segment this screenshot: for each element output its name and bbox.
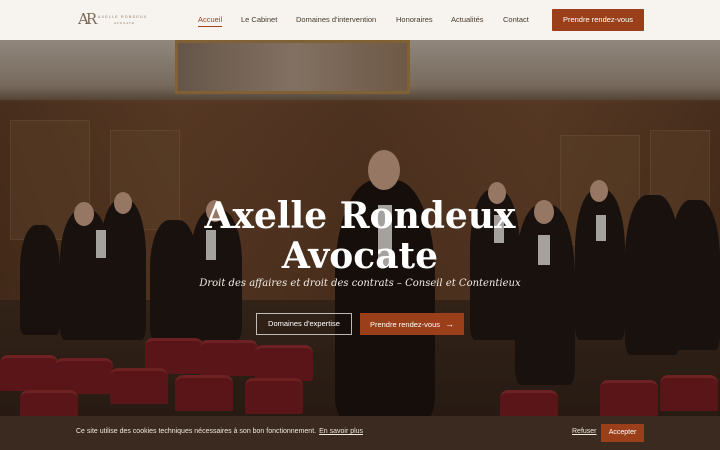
cookie-learn-more-link[interactable]: En savoir plus xyxy=(319,428,363,435)
hero-section: Axelle Rondeux Avocate xyxy=(0,40,720,416)
hero-appointment-button[interactable]: Prendre rendez-vous → xyxy=(360,313,464,335)
logo[interactable]: AR Axelle Rondeux Avocate xyxy=(78,9,146,31)
hero-subtitle: Droit des affaires et droit des contrats… xyxy=(199,278,521,289)
site-header: AR Axelle Rondeux Avocate Accueil Le Cab… xyxy=(0,0,720,40)
logo-subtitle: Avocate xyxy=(114,21,135,25)
header-appointment-button[interactable]: Prendre rendez-vous xyxy=(552,9,644,31)
nav-accueil[interactable]: Accueil xyxy=(198,14,223,27)
hero-appointment-label: Prendre rendez-vous xyxy=(369,320,441,329)
logo-mark: AR xyxy=(78,10,97,28)
expertise-button[interactable]: Domaines d'expertise xyxy=(256,313,352,335)
nav-actualites[interactable]: Actualités xyxy=(451,14,484,26)
cookie-message: Ce site utilise des cookies techniques n… xyxy=(76,428,363,435)
arrow-right-icon: → xyxy=(445,319,455,329)
nav-domaines[interactable]: Domaines d'intervention xyxy=(296,14,376,26)
hero-title-line2: Avocate xyxy=(281,235,439,277)
hero-title: Axelle Rondeux Avocate xyxy=(0,196,720,276)
cookie-refuse-button[interactable]: Refuser xyxy=(572,428,597,435)
hero-title-line1: Axelle Rondeux xyxy=(204,195,516,237)
cookie-text: Ce site utilise des cookies techniques n… xyxy=(76,428,317,435)
nav-contact[interactable]: Contact xyxy=(503,14,529,26)
nav-le-cabinet[interactable]: Le Cabinet xyxy=(241,14,277,26)
logo-name: Axelle Rondeux xyxy=(98,15,148,19)
nav-honoraires[interactable]: Honoraires xyxy=(396,14,433,26)
cookie-accept-button[interactable]: Accepter xyxy=(601,424,644,442)
